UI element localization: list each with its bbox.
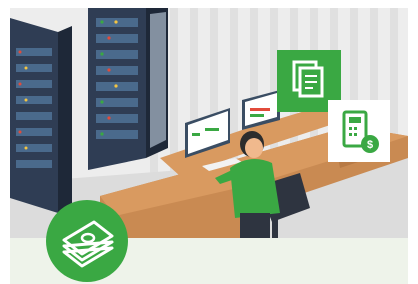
svg-text:$: $ — [367, 139, 373, 151]
calculator-card: $ — [328, 100, 390, 162]
server-rack — [88, 8, 168, 170]
money-stack-icon — [46, 200, 128, 282]
server-rack — [10, 18, 72, 213]
feature-card: $ — [0, 0, 418, 284]
